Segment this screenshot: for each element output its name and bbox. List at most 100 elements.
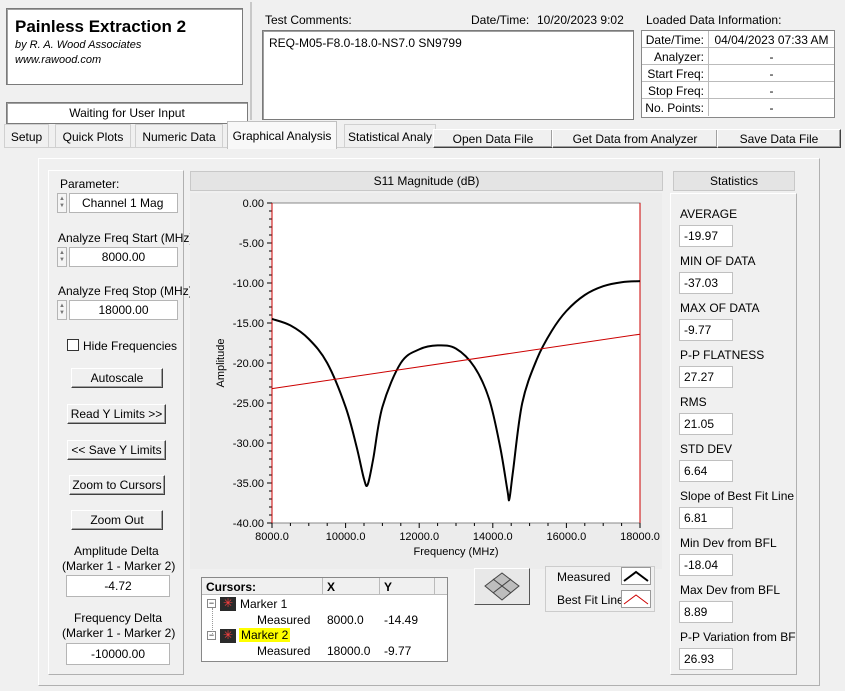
marker1-cursor-icon: ✳	[220, 597, 236, 611]
app-author: by R. A. Wood Associates	[15, 39, 142, 51]
marker2-y: -9.77	[384, 644, 412, 658]
y-tick-label: 0.00	[243, 198, 264, 210]
loaded-data-value: -	[769, 50, 774, 64]
open-data-file-button[interactable]: Open Data File	[433, 129, 553, 148]
frequency-delta-value: -10000.00	[66, 643, 170, 665]
app-title-box: Painless Extraction 2 by R. A. Wood Asso…	[6, 8, 243, 85]
test-comments-text: REQ-M05-F8.0-18.0-NS7.0 SN9799	[269, 36, 462, 50]
loaded-data-row: No. Points: -	[642, 99, 834, 116]
cursor-header-name: Cursors:	[206, 580, 257, 594]
stat-value: 8.89	[679, 601, 733, 623]
loaded-data-value: -	[769, 67, 774, 81]
freq-stop-spinner[interactable]: ▲ ▼	[57, 300, 67, 320]
header-divider	[250, 2, 252, 120]
marker2-cursor-icon: ✳	[220, 629, 236, 643]
legend-measured-swatch[interactable]	[621, 567, 651, 585]
loaded-data-value: 04/04/2023 07:33 AM	[714, 33, 829, 47]
tab-numeric-data[interactable]: Numeric Data	[135, 124, 223, 148]
loaded-data-value: -	[769, 101, 774, 115]
stat-label: MAX OF DATA	[680, 301, 760, 315]
stat-label: AVERAGE	[680, 207, 738, 221]
marker1-x: 8000.0	[327, 613, 364, 627]
marker2-name[interactable]: Marker 2	[239, 628, 291, 642]
loaded-data-label: No. Points:	[645, 101, 704, 115]
y-tick-label: -5.00	[239, 238, 264, 250]
datetime-value: 10/20/2023 9:02	[537, 13, 624, 27]
frequency-delta-label: Frequency Delta	[74, 611, 163, 625]
direction-pad-icon	[484, 572, 520, 601]
cursor-tree-line	[212, 608, 213, 634]
stat-label: RMS	[680, 395, 707, 409]
status-box: Waiting for User Input	[6, 102, 248, 124]
y-tick-label: -35.00	[233, 478, 264, 490]
loaded-data-row: Date/Time: 04/04/2023 07:33 AM	[642, 31, 834, 48]
marker2-x: 18000.0	[327, 644, 371, 658]
legend-best-fit-label: Best Fit Line	[557, 593, 624, 607]
parameter-label: Parameter:	[60, 177, 120, 191]
read-y-limits-button[interactable]: Read Y Limits >>	[67, 404, 166, 424]
app-title: Painless Extraction 2	[15, 17, 187, 36]
cursor-col-sep-2	[379, 578, 380, 595]
stat-value: -37.03	[679, 272, 733, 294]
legend-best-fit-icon	[623, 594, 649, 605]
x-tick-label: 12000.0	[399, 531, 439, 543]
x-tick-label: 14000.0	[473, 531, 513, 543]
hide-frequencies-label: Hide Frequencies	[83, 339, 178, 353]
freq-start-input[interactable]: 8000.00	[69, 247, 178, 267]
cursor-col-sep-3	[434, 578, 435, 595]
x-tick-label: 16000.0	[547, 531, 587, 543]
test-comments-label: Test Comments:	[265, 13, 352, 27]
save-y-limits-button[interactable]: << Save Y Limits	[67, 440, 166, 460]
cursor-header-y: Y	[384, 580, 393, 594]
loaded-data-label: Date/Time:	[645, 33, 704, 47]
legend-measured-icon	[623, 570, 649, 582]
marker1-sub: Measured	[257, 613, 311, 627]
amplitude-delta-label: Amplitude Delta	[74, 544, 159, 558]
freq-stop-input[interactable]: 18000.00	[69, 300, 178, 320]
test-comments-field[interactable]: REQ-M05-F8.0-18.0-NS7.0 SN9799	[262, 30, 634, 120]
zoom-out-button[interactable]: Zoom Out	[71, 510, 163, 530]
parameter-spinner[interactable]: ▲ ▼	[57, 193, 67, 213]
y-tick-label: -30.00	[233, 438, 264, 450]
cursor-col-sep-1	[322, 578, 323, 595]
tab-graphical-analysis[interactable]: Graphical Analysis	[227, 121, 337, 149]
hide-frequencies-checkbox[interactable]	[67, 339, 79, 351]
app-website: www.rawood.com	[15, 54, 102, 66]
cursor-move-pad[interactable]	[474, 568, 530, 605]
tab-setup[interactable]: Setup	[4, 124, 49, 148]
y-tick-label: -10.00	[233, 278, 264, 290]
get-data-from-analyzer-button[interactable]: Get Data from Analyzer	[552, 129, 718, 148]
chart-title: S11 Magnitude (dB)	[373, 174, 480, 188]
x-tick-label: 10000.0	[326, 531, 366, 543]
loaded-data-title: Loaded Data Information:	[646, 13, 782, 27]
y-axis-label: Amplitude	[215, 339, 227, 388]
marker2-sub: Measured	[257, 644, 311, 658]
amplitude-delta-value: -4.72	[66, 575, 170, 597]
loaded-data-label: Start Freq:	[647, 67, 704, 81]
x-axis-label: Frequency (MHz)	[414, 546, 499, 558]
loaded-data-label: Stop Freq:	[647, 84, 704, 98]
stat-value: 6.81	[679, 507, 733, 529]
stat-value: -18.04	[679, 554, 733, 576]
status-text: Waiting for User Input	[69, 106, 185, 120]
stat-value: -19.97	[679, 225, 733, 247]
cursor-table[interactable]: Cursors: X Y − ✳ Marker 1 Measured 8000.…	[201, 577, 448, 662]
freq-stop-label: Analyze Freq Stop (MHz)	[58, 284, 193, 298]
parameter-select[interactable]: Channel 1 Mag	[69, 193, 178, 213]
marker1-expand-icon[interactable]: −	[207, 599, 216, 608]
legend-best-fit-swatch[interactable]	[621, 590, 651, 608]
loaded-data-row: Stop Freq: -	[642, 82, 834, 99]
stat-label: P-P FLATNESS	[680, 348, 765, 362]
freq-start-spinner[interactable]: ▲ ▼	[57, 247, 67, 267]
tab-statistical-analy[interactable]: Statistical Analy	[344, 124, 436, 148]
loaded-data-table: Date/Time: 04/04/2023 07:33 AM Analyzer: - S…	[641, 30, 835, 118]
freq-start-label: Analyze Freq Start (MHz)	[58, 231, 194, 245]
loaded-data-value: -	[769, 84, 774, 98]
save-data-file-button[interactable]: Save Data File	[717, 129, 841, 148]
s11-magnitude-chart[interactable]: 0.00 -5.00 -10.00 -15.00 -20.00 -25.00 -30.00 -…	[190, 193, 662, 569]
zoom-to-cursors-button[interactable]: Zoom to Cursors	[69, 475, 165, 495]
autoscale-button[interactable]: Autoscale	[71, 368, 163, 388]
marker1-name[interactable]: Marker 1	[240, 597, 287, 611]
tab-quick-plots[interactable]: Quick Plots	[55, 124, 131, 148]
x-tick-label: 8000.0	[255, 531, 289, 543]
